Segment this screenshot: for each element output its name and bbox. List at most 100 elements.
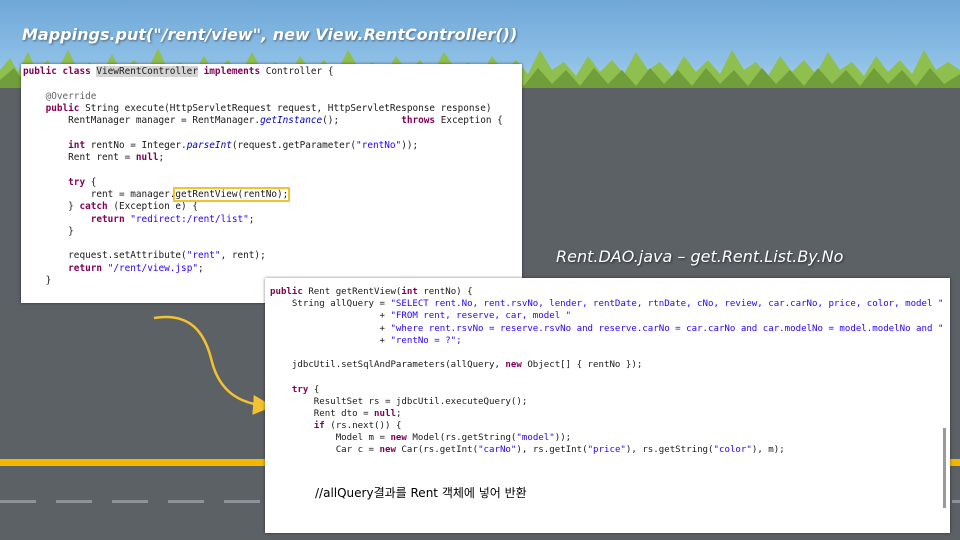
code-token: String execute(HttpServletRequest reques… xyxy=(79,102,492,114)
code-token: "/rent/view.jsp" xyxy=(107,262,198,274)
code-line: Car c = new Car(rs.getInt("carNo"), rs.g… xyxy=(270,444,943,456)
code-token: { xyxy=(308,384,320,395)
dao-code-panel: public Rent getRentView(int rentNo) { St… xyxy=(265,278,950,533)
curved-arrow-icon xyxy=(153,315,273,415)
code-line: rent = manager.getRentView(rentNo); xyxy=(23,186,503,202)
code-token: rentNo = Integer. xyxy=(85,139,187,151)
code-token: catch xyxy=(79,201,108,213)
code-token: "price" xyxy=(587,445,626,456)
code-token: (rs.next()) { xyxy=(324,421,402,432)
code-token: rent = manager. xyxy=(23,188,176,200)
code-token: Exception { xyxy=(435,115,503,127)
slide-title: Mappings.put("/rent/view", new View.Rent… xyxy=(22,25,518,44)
code-token: ResultSet rs = jdbcUtil.executeQuery(); xyxy=(270,396,528,407)
code-token: request.setAttribute( xyxy=(23,250,187,262)
code-token: int xyxy=(68,139,86,151)
code-token: "rentNo = ?"; xyxy=(390,335,462,346)
code-line: ResultSet rs = jdbcUtil.executeQuery(); xyxy=(270,396,943,408)
code-line: if (rs.next()) { xyxy=(270,420,943,432)
code-line: String allQuery = "SELECT rent.No, rent.… xyxy=(270,298,944,310)
code-token: return xyxy=(90,213,125,225)
code-token: (request.getParameter( xyxy=(231,139,357,151)
code-token: "SELECT rent.No, rent.rsvNo, lender, ren… xyxy=(390,299,944,310)
code-line: int rentNo = Integer.parseInt(request.ge… xyxy=(23,140,503,152)
code-token: Model m = xyxy=(270,433,391,444)
code-token: "rentNo" xyxy=(356,139,402,151)
code-token: ; xyxy=(158,152,165,164)
scrollbar[interactable] xyxy=(943,428,946,508)
code-token: Rent rent = xyxy=(23,152,136,164)
code-token: throws xyxy=(401,115,436,127)
code-token: Object[] { rentNo }); xyxy=(521,360,643,371)
code-token: "FROM rent, reserve, car, model " xyxy=(390,311,572,322)
code-line: try { xyxy=(270,384,943,396)
code-token: getRentView(rentNo); xyxy=(173,186,291,202)
code-token: parseInt xyxy=(186,139,232,151)
code-token: null xyxy=(135,152,159,164)
code-line: + "where rent.rsvNo = reserve.rsvNo and … xyxy=(270,323,943,335)
code-token: String allQuery = xyxy=(270,299,391,310)
code-note: //allQuery결과를 Rent 객체에 넣어 반환 xyxy=(315,486,527,500)
code-token: } xyxy=(23,225,74,237)
code-token: "model" xyxy=(516,433,555,444)
code-token: Rent getRentView( xyxy=(302,287,402,297)
code-token: return xyxy=(68,262,103,274)
code-token: + xyxy=(270,311,391,322)
dao-caption: Rent.DAO.java – get.Rent.List.By.No xyxy=(556,247,844,266)
code-token: new xyxy=(379,445,396,456)
code-line: return "redirect:/rent/list"; xyxy=(23,214,503,226)
code-token: ViewRentController xyxy=(96,66,198,77)
code-token: Car(rs.getInt( xyxy=(395,445,479,456)
code-token: } xyxy=(23,201,80,213)
code-line: RentManager manager = RentManager.getIns… xyxy=(23,115,503,127)
code-line: } catch (Exception e) { xyxy=(23,201,503,213)
code-token: public xyxy=(45,102,80,114)
code-token: )); xyxy=(401,139,419,151)
code-token: int xyxy=(401,287,418,297)
code-token: new xyxy=(505,360,522,371)
controller-code: public class ViewRentController implemen… xyxy=(23,66,503,287)
code-token: "color" xyxy=(713,445,752,456)
code-token: try xyxy=(68,176,86,188)
code-token: jdbcUtil.setSqlAndParameters(allQuery, xyxy=(270,360,506,371)
code-line: + "FROM rent, reserve, car, model " xyxy=(270,310,943,322)
code-token: if xyxy=(313,421,325,432)
code-token: ), rs.getInt( xyxy=(516,445,588,456)
code-token: public xyxy=(270,287,303,297)
code-line: public class ViewRentController implemen… xyxy=(23,66,503,78)
code-token: + xyxy=(270,335,391,346)
code-token: { xyxy=(85,176,97,188)
code-token: Controller { xyxy=(260,66,334,77)
code-token: null xyxy=(374,408,396,419)
code-token: ), rs.getString( xyxy=(625,445,714,456)
code-line: Rent dto = null; xyxy=(270,408,943,420)
code-token: new xyxy=(390,433,407,444)
code-line: Rent rent = null; xyxy=(23,152,503,164)
controller-code-panel: public class ViewRentController implemen… xyxy=(21,64,522,303)
code-line: public String execute(HttpServletRequest… xyxy=(23,103,503,115)
code-line: + "rentNo = ?"; xyxy=(270,335,943,347)
code-token: Model(rs.getString( xyxy=(406,433,517,444)
code-line: jdbcUtil.setSqlAndParameters(allQuery, n… xyxy=(270,359,943,371)
code-line: public Rent getRentView(int rentNo) { xyxy=(270,286,943,298)
code-token: Rent dto = xyxy=(270,408,375,419)
code-token: public class xyxy=(23,66,97,77)
code-token: (Exception e) { xyxy=(107,201,198,213)
code-token: ; xyxy=(198,262,204,274)
code-token: Car c = xyxy=(270,445,380,456)
dao-code: public Rent getRentView(int rentNo) { St… xyxy=(270,286,943,457)
code-token: ; xyxy=(248,213,255,225)
code-token: (); xyxy=(322,115,402,127)
code-token: , rent); xyxy=(220,250,266,262)
